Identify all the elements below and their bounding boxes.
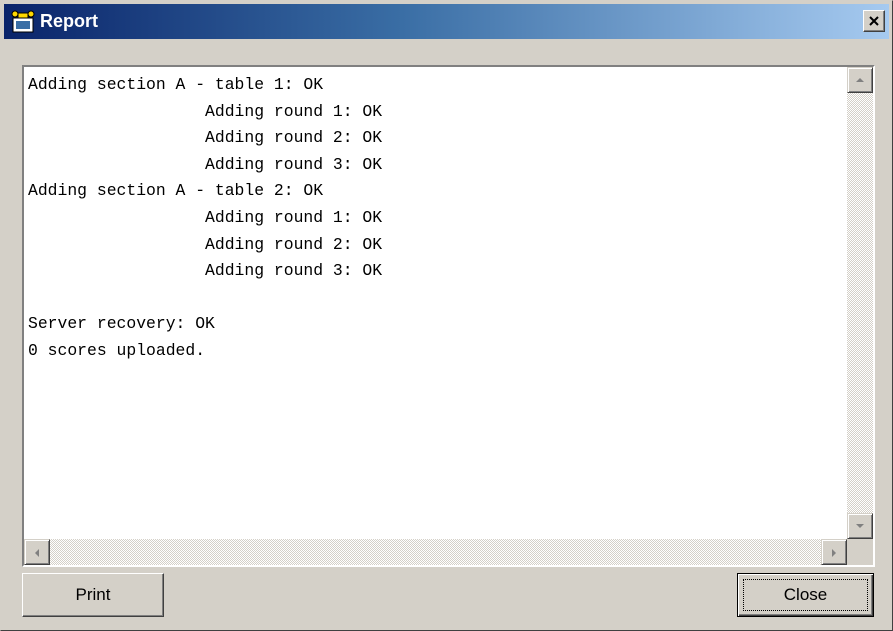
report-line: 0 scores uploaded. — [28, 340, 206, 360]
close-icon — [869, 16, 879, 26]
report-line: Adding section A - table 1: OK — [28, 75, 324, 94]
report-line: Adding round 3: OK — [28, 154, 383, 174]
scroll-left-button[interactable] — [24, 539, 50, 565]
close-button[interactable]: Close — [737, 573, 874, 617]
print-button[interactable]: Print — [22, 573, 164, 617]
report-line: Adding round 3: OK — [28, 261, 383, 281]
report-content: Adding section A - table 1: OK Adding ro… — [28, 72, 843, 535]
report-line: Adding round 1: OK — [28, 101, 383, 121]
report-line: Adding section A - table 2: OK — [28, 181, 324, 201]
report-app-icon — [10, 9, 36, 35]
print-button-label: Print — [75, 585, 111, 604]
report-line: Adding round 2: OK — [28, 128, 383, 148]
scroll-right-button[interactable] — [821, 539, 847, 565]
horizontal-scrollbar[interactable] — [24, 539, 847, 565]
report-dialog: Report Adding section A - table 1: OK Ad… — [0, 0, 893, 631]
report-line: Adding round 2: OK — [28, 234, 383, 254]
scrollbar-corner — [847, 539, 873, 565]
arrow-down-icon — [856, 524, 864, 528]
report-line: Server recovery: OK — [28, 314, 215, 334]
window-title: Report — [40, 11, 98, 31]
report-textarea[interactable]: Adding section A - table 1: OK Adding ro… — [22, 65, 875, 567]
scroll-up-button[interactable] — [847, 67, 873, 93]
vertical-scrollbar[interactable] — [847, 67, 873, 539]
title-close-button[interactable] — [863, 10, 885, 32]
report-line: Adding round 1: OK — [28, 207, 383, 227]
arrow-up-icon — [856, 78, 864, 82]
arrow-left-icon — [35, 549, 39, 557]
close-button-label: Close — [783, 585, 828, 604]
scroll-down-button[interactable] — [847, 513, 873, 539]
title-bar[interactable]: Report — [4, 4, 889, 39]
arrow-right-icon — [832, 549, 836, 557]
